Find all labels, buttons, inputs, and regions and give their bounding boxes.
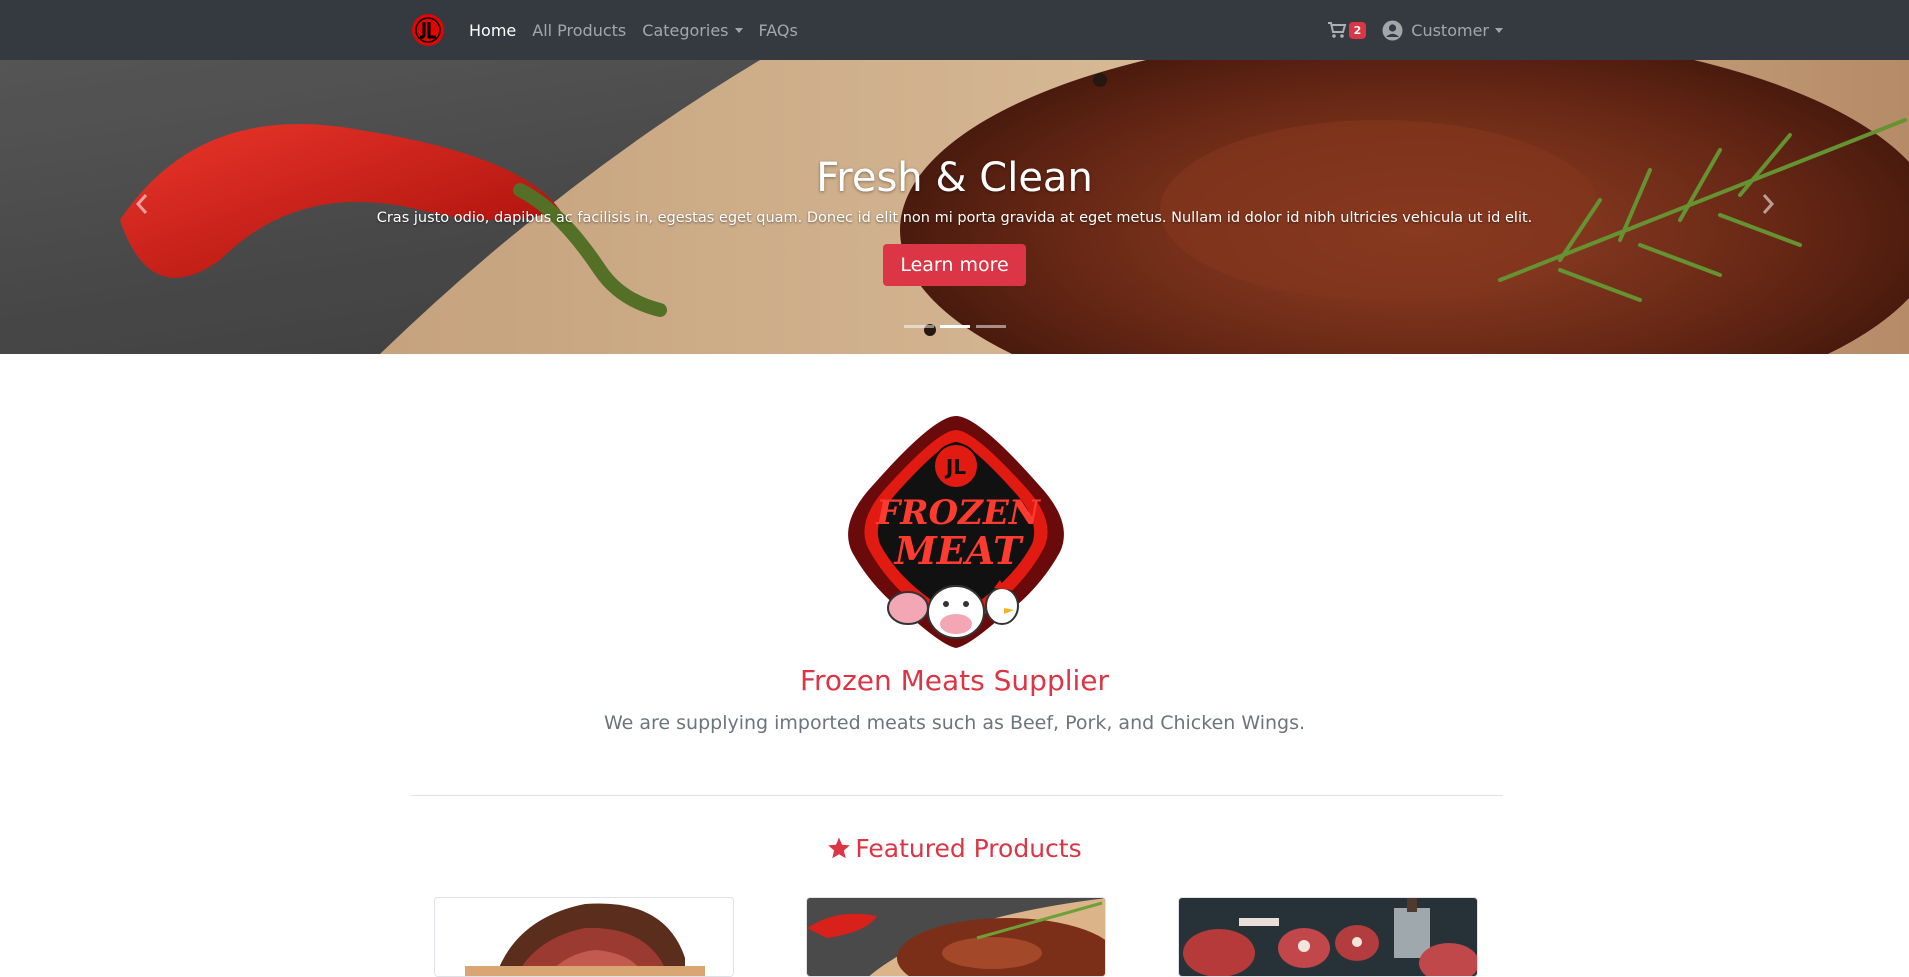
cart-button[interactable]: 2 (1327, 21, 1367, 39)
product-image (435, 898, 733, 976)
product-card[interactable] (1178, 897, 1478, 977)
svg-text:MEAT: MEAT (893, 528, 1024, 573)
nav-links: Home All Products Categories FAQs (469, 0, 814, 60)
product-card[interactable] (806, 897, 1106, 977)
hero-carousel: Fresh & Clean Cras justo odio, dapibus a… (0, 60, 1909, 354)
user-circle-icon (1382, 20, 1403, 40)
nav-categories-dropdown[interactable]: Categories (642, 20, 743, 40)
frozen-meat-logo: JL FROZEN MEAT (848, 416, 1064, 648)
cart-icon (1327, 22, 1346, 38)
section-divider (411, 795, 1503, 796)
hero-text: Cras justo odio, dapibus ac facilisis in… (376, 210, 1533, 226)
product-card[interactable] (434, 897, 734, 977)
nav-all-products[interactable]: All Products (532, 21, 626, 40)
intro-subtitle: We are supplying imported meats such as … (603, 712, 1306, 734)
hero-caption: Fresh & Clean Cras justo odio, dapibus a… (0, 152, 1909, 286)
svg-text:FROZEN: FROZEN (875, 493, 1042, 533)
featured-heading: Featured Products (0, 834, 1909, 863)
chevron-down-icon (1495, 27, 1503, 33)
intro-title: Frozen Meats Supplier (799, 664, 1110, 697)
carousel-indicator[interactable] (903, 325, 934, 328)
svg-text:JL: JL (944, 455, 966, 479)
carousel-indicator[interactable] (939, 325, 970, 328)
star-icon (828, 837, 851, 859)
carousel-indicator[interactable] (975, 325, 1006, 328)
nav-categories-label: Categories (642, 20, 729, 40)
carousel-indicators (0, 325, 1909, 328)
nav-faqs[interactable]: FAQs (759, 21, 798, 40)
product-image (807, 898, 1105, 976)
nav-home[interactable]: Home (469, 21, 516, 40)
product-image (1179, 898, 1477, 976)
cart-count-badge: 2 (1348, 21, 1367, 39)
user-label: Customer (1411, 20, 1489, 40)
nav-right: 2 Customer (1327, 0, 1503, 60)
featured-heading-text: Featured Products (855, 834, 1082, 863)
chevron-down-icon (734, 27, 743, 33)
learn-more-button[interactable]: Learn more (883, 244, 1026, 286)
top-navbar: Home All Products Categories FAQs 2 Cust… (0, 0, 1909, 60)
user-menu-dropdown[interactable]: Customer (1382, 20, 1503, 41)
hero-title: Fresh & Clean (816, 155, 1093, 201)
logo-icon[interactable] (411, 13, 445, 47)
navbar-container: Home All Products Categories FAQs 2 Cust… (411, 0, 1503, 60)
